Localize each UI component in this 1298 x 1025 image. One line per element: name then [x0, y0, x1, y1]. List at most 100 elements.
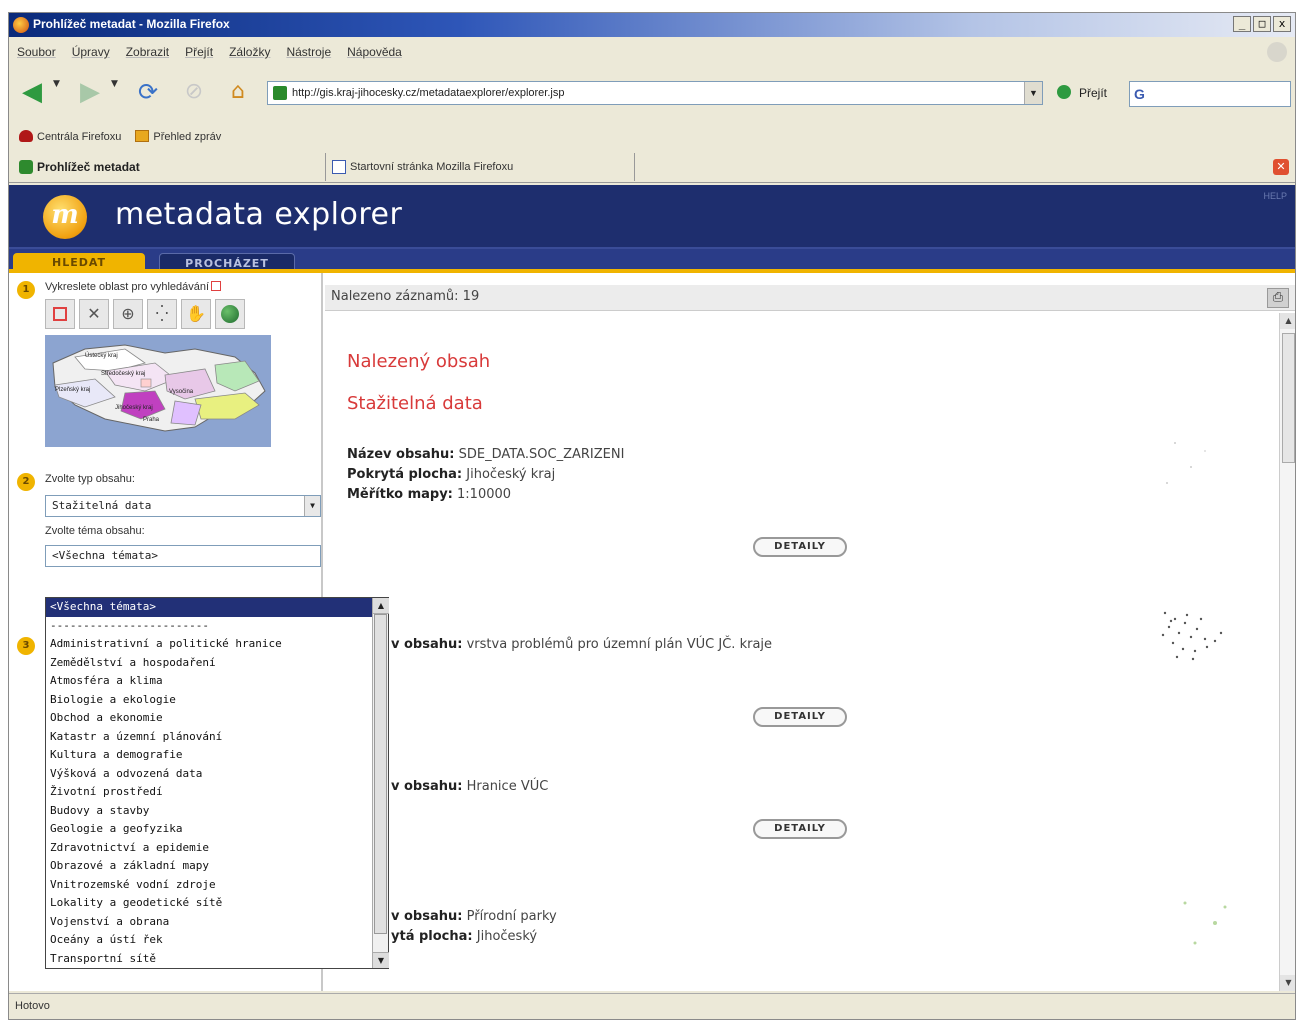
theme-option[interactable]: Životní prostředí: [46, 783, 388, 802]
tab-startovni-stranka[interactable]: Startovní stránka Mozilla Firefoxu: [325, 153, 635, 181]
pan-hand-icon[interactable]: ✋: [181, 299, 211, 329]
theme-option[interactable]: Administrativní a politické hranice: [46, 635, 388, 654]
found-content-heading: Nalezený obsah: [347, 351, 491, 372]
url-dropdown-icon[interactable]: ▼: [1024, 82, 1042, 104]
record-2-name: v obsahu: vrstva problémů pro územní plá…: [391, 637, 772, 652]
close-button[interactable]: x: [1273, 16, 1291, 32]
field-label: Pokrytá plocha:: [347, 467, 463, 482]
menu-prejit[interactable]: Přejít: [185, 45, 213, 59]
scroll-down-icon[interactable]: ▼: [373, 952, 389, 968]
record-1-thumbnail[interactable]: [1155, 423, 1235, 503]
clear-icon[interactable]: ✕: [79, 299, 109, 329]
theme-option[interactable]: Vnitrozemské vodní zdroje: [46, 876, 388, 895]
theme-option[interactable]: ------------------------: [46, 617, 388, 636]
map-label-jihocesky: Jihočeský kraj: [115, 405, 153, 411]
close-tab-icon[interactable]: ✕: [1273, 159, 1289, 175]
map-label-stredocesky: Středočeský kraj: [101, 371, 145, 377]
field-value: SDE_DATA.SOC_ZARIZENI: [458, 447, 625, 462]
theme-option[interactable]: Kultura a demografie: [46, 746, 388, 765]
theme-option[interactable]: Obrazové a základní mapy: [46, 857, 388, 876]
bookmark-prehled-zprav[interactable]: Přehled zpráv: [135, 129, 222, 143]
bookmark-label: Přehled zpráv: [153, 130, 222, 143]
theme-option[interactable]: Zdravotnictví a epidemie: [46, 839, 388, 858]
results-count: Nalezeno záznamů: 19: [331, 289, 480, 304]
chevron-down-icon[interactable]: ▼: [304, 496, 320, 516]
window-title: Prohlížeč metadat - Mozilla Firefox: [33, 17, 230, 31]
scroll-up-icon[interactable]: ▲: [373, 598, 389, 614]
menu-nastroje[interactable]: Nástroje: [286, 45, 331, 59]
theme-option[interactable]: Výšková a odvozená data: [46, 765, 388, 784]
theme-option[interactable]: Atmosféra a klima: [46, 672, 388, 691]
step-1-badge: 1: [17, 281, 35, 299]
overview-map[interactable]: Ústecký kraj Středočeský kraj Plzeňský k…: [45, 335, 271, 447]
results-header: Nalezeno záznamů: 19 ⎙: [325, 285, 1295, 311]
stop-icon[interactable]: ⊘: [179, 77, 209, 107]
scroll-thumb[interactable]: [1282, 333, 1295, 463]
record-2-thumbnail[interactable]: [1135, 593, 1245, 673]
forward-arrow-icon[interactable]: ▶: [75, 77, 105, 107]
tab-favicon-icon: [19, 160, 33, 174]
theme-option[interactable]: Geologie a geofyzika: [46, 820, 388, 839]
dropdown-scrollbar[interactable]: ▲ ▼: [372, 598, 389, 968]
record-4-name: v obsahu: Přírodní parky: [391, 909, 557, 924]
zoom-in-icon[interactable]: ⊕: [113, 299, 143, 329]
theme-option[interactable]: Biologie a ekologie: [46, 691, 388, 710]
home-icon[interactable]: ⌂: [223, 77, 253, 107]
tab-label: Prohlížeč metadat: [37, 160, 140, 174]
theme-select[interactable]: <Všechna témata>: [45, 545, 321, 567]
draw-rectangle-icon[interactable]: [211, 281, 222, 291]
field-label: v obsahu:: [391, 909, 463, 924]
url-input[interactable]: http://gis.kraj-jihocesky.cz/metadataexp…: [267, 81, 1043, 105]
minimize-button[interactable]: _: [1233, 16, 1251, 32]
theme-option[interactable]: Oceány a ústí řek: [46, 931, 388, 950]
maximize-button[interactable]: □: [1253, 16, 1271, 32]
full-extent-icon[interactable]: ⁛: [147, 299, 177, 329]
theme-option[interactable]: Obchod a ekonomie: [46, 709, 388, 728]
theme-option[interactable]: Vojenství a obrana: [46, 913, 388, 932]
record-4-area: ytá plocha: Jihočeský: [391, 929, 537, 944]
theme-option[interactable]: Katastr a územní plánování: [46, 728, 388, 747]
search-input[interactable]: G: [1129, 81, 1291, 107]
tab-prohlizec-metadat[interactable]: Prohlížeč metadat: [13, 153, 319, 181]
navigation-toolbar: ◀ ▼ ▶ ▼ ⟳ ⊘ ⌂ http://gis.kraj-jihocesky.…: [9, 67, 1295, 123]
bookmark-label: Centrála Firefoxu: [37, 130, 122, 143]
theme-option[interactable]: Budovy a stavby: [46, 802, 388, 821]
results-scrollbar[interactable]: ▲ ▼: [1279, 313, 1295, 991]
theme-option[interactable]: Transportní sítě: [46, 950, 388, 969]
record-4-thumbnail[interactable]: [1155, 883, 1245, 963]
details-button[interactable]: DETAILY: [753, 707, 847, 727]
theme-option[interactable]: <Všechna témata>: [46, 598, 388, 617]
back-dropdown-icon[interactable]: ▼: [53, 79, 60, 89]
draw-rectangle-icon[interactable]: [45, 299, 75, 329]
menu-zalozky[interactable]: Záložky: [229, 45, 270, 59]
tab-bar: Prohlížeč metadat Startovní stránka Mozi…: [9, 151, 1295, 183]
forward-dropdown-icon[interactable]: ▼: [111, 79, 118, 89]
help-link[interactable]: HELP: [1263, 191, 1287, 201]
go-button[interactable]: Přejít: [1057, 81, 1107, 105]
reload-icon[interactable]: ⟳: [133, 77, 163, 107]
field-label: v obsahu:: [391, 637, 463, 652]
menu-upravy[interactable]: Úpravy: [72, 45, 110, 59]
scroll-down-icon[interactable]: ▼: [1280, 975, 1295, 991]
details-button[interactable]: DETAILY: [753, 537, 847, 557]
globe-icon[interactable]: [215, 299, 245, 329]
menu-napoveda[interactable]: Nápověda: [347, 45, 402, 59]
scroll-up-icon[interactable]: ▲: [1280, 313, 1295, 329]
field-label: ytá plocha:: [391, 929, 473, 944]
czech-regions-map: Ústecký kraj Středočeský kraj Plzeňský k…: [52, 344, 266, 432]
scroll-thumb[interactable]: [374, 614, 387, 934]
map-label-praha: Praha: [143, 417, 160, 423]
draw-area-label: Vykreslete oblast pro vyhledávání: [45, 281, 222, 293]
menu-soubor[interactable]: Soubor: [17, 45, 56, 59]
tab-label: Startovní stránka Mozilla Firefoxu: [350, 161, 514, 173]
bookmark-centrala[interactable]: Centrála Firefoxu: [19, 129, 122, 143]
theme-option[interactable]: Lokality a geodetické sítě: [46, 894, 388, 913]
theme-option[interactable]: Zemědělství a hospodaření: [46, 654, 388, 673]
print-icon[interactable]: ⎙: [1267, 288, 1289, 308]
details-button[interactable]: DETAILY: [753, 819, 847, 839]
content-type-select[interactable]: Stažitelná data ▼: [45, 495, 321, 517]
back-arrow-icon[interactable]: ◀: [17, 77, 47, 107]
theme-value: <Všechna témata>: [52, 549, 158, 562]
menu-zobrazit[interactable]: Zobrazit: [126, 45, 169, 59]
theme-dropdown-list[interactable]: <Všechna témata> -----------------------…: [45, 597, 389, 969]
